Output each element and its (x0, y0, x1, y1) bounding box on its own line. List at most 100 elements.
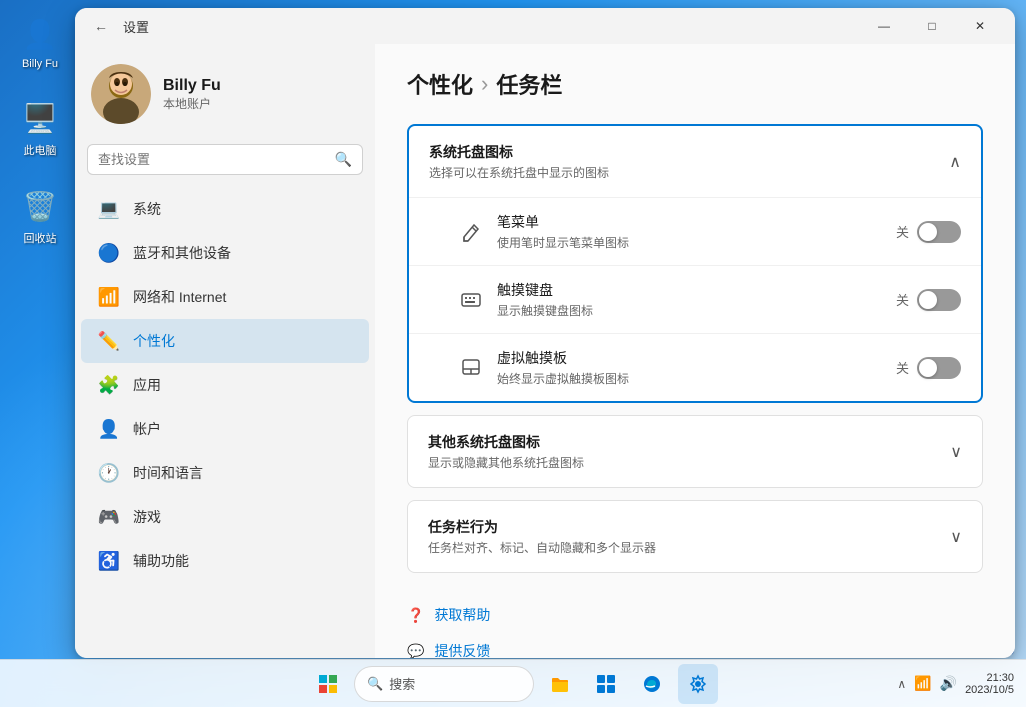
time-label: 时间和语言 (133, 463, 203, 483)
tray-date-value: 2023/10/5 (965, 684, 1014, 696)
user-profile[interactable]: Billy Fu 本地账户 (75, 52, 375, 144)
accounts-label: 帐户 (133, 419, 161, 439)
breadcrumb-separator: › (481, 71, 488, 97)
feedback-label: 提供反馈 (434, 641, 490, 658)
touch-keyboard-toggle[interactable] (917, 289, 961, 311)
window-controls: — □ ✕ (861, 11, 1003, 41)
system-tray-subtitle: 选择可以在系统托盘中显示的图标 (429, 164, 609, 181)
sidebar-item-accessibility[interactable]: ♿ 辅助功能 (81, 539, 369, 583)
system-tray-title-area: 系统托盘图标 选择可以在系统托盘中显示的图标 (429, 142, 609, 181)
user-account: 本地账户 (163, 95, 221, 112)
maximize-button[interactable]: □ (909, 11, 955, 41)
virtual-touchpad-status: 关 (896, 358, 909, 377)
virtual-touchpad-desc: 始终显示虚拟触摸板图标 (497, 370, 884, 387)
sidebar: Billy Fu 本地账户 🔍 💻 系统 🔵 (75, 44, 375, 658)
billyfu-label: Billy Fu (22, 58, 58, 70)
virtual-touchpad-toggle[interactable] (917, 357, 961, 379)
taskbar-search-icon: 🔍 (367, 676, 383, 692)
virtual-touchpad-info: 虚拟触摸板 始终显示虚拟触摸板图标 (497, 348, 884, 387)
system-label: 系统 (133, 199, 161, 219)
help-section: ❓ 获取帮助 💬 提供反馈 (407, 585, 983, 658)
start-button[interactable] (308, 664, 348, 704)
games-label: 游戏 (133, 507, 161, 527)
sidebar-item-network[interactable]: 📶 网络和 Internet (81, 275, 369, 319)
settings-body: Billy Fu 本地账户 🔍 💻 系统 🔵 (75, 44, 1015, 658)
other-tray-subtitle: 显示或隐藏其他系统托盘图标 (428, 454, 584, 471)
touch-keyboard-info: 触摸键盘 显示触摸键盘图标 (497, 280, 884, 319)
breadcrumb: 个性化 › 任务栏 (407, 68, 983, 100)
taskbar-behavior-chevron: ∨ (950, 527, 962, 547)
tray-sound-icon: 🔊 (940, 675, 957, 692)
system-tray-section: 系统托盘图标 选择可以在系统托盘中显示的图标 ∧ (407, 124, 983, 403)
other-tray-header[interactable]: 其他系统托盘图标 显示或隐藏其他系统托盘图标 ∨ (408, 416, 982, 487)
time-icon: 🕐 (97, 461, 121, 485)
pen-menu-status: 关 (896, 222, 909, 241)
tray-time-value: 21:30 (965, 672, 1014, 684)
personalization-label: 个性化 (133, 331, 175, 351)
desktop-icons-area: 👤 Billy Fu 🖥️ 此电脑 🗑️ 回收站 (0, 0, 80, 250)
get-help-item[interactable]: ❓ 获取帮助 (407, 601, 983, 629)
taskbar: 🔍 搜索 (0, 659, 1026, 707)
sidebar-item-bluetooth[interactable]: 🔵 蓝牙和其他设备 (81, 231, 369, 275)
pen-menu-icon (457, 218, 485, 246)
taskbar-edge[interactable] (632, 664, 672, 704)
system-tray-content: 笔菜单 使用笔时显示笔菜单图标 关 (409, 197, 981, 401)
accounts-icon: 👤 (97, 417, 121, 441)
nav-list: 💻 系统 🔵 蓝牙和其他设备 📶 网络和 Internet ✏️ 个性化 (75, 187, 375, 583)
touch-keyboard-desc: 显示触摸键盘图标 (497, 302, 884, 319)
other-tray-chevron: ∨ (950, 442, 962, 462)
taskbar-behavior-header[interactable]: 任务栏行为 任务栏对齐、标记、自动隐藏和多个显示器 ∨ (408, 501, 982, 572)
sidebar-item-system[interactable]: 💻 系统 (81, 187, 369, 231)
billyfu-icon: 👤 (20, 14, 60, 54)
sidebar-item-time[interactable]: 🕐 时间和语言 (81, 451, 369, 495)
pen-menu-info: 笔菜单 使用笔时显示笔菜单图标 (497, 212, 884, 251)
virtual-touchpad-name: 虚拟触摸板 (497, 348, 884, 368)
recycle-icon: 🗑️ (20, 186, 60, 226)
system-icon: 💻 (97, 197, 121, 221)
sidebar-item-games[interactable]: 🎮 游戏 (81, 495, 369, 539)
virtual-touchpad-icon (457, 354, 485, 382)
network-label: 网络和 Internet (133, 287, 226, 307)
virtual-touchpad-item: 虚拟触摸板 始终显示虚拟触摸板图标 关 (409, 334, 981, 401)
bluetooth-label: 蓝牙和其他设备 (133, 243, 231, 263)
games-icon: 🎮 (97, 505, 121, 529)
close-button[interactable]: ✕ (957, 11, 1003, 41)
back-button[interactable]: ← (87, 12, 115, 40)
feedback-item[interactable]: 💬 提供反馈 (407, 637, 983, 658)
taskbar-files[interactable] (586, 664, 626, 704)
desktop-icon-thispc[interactable]: 🖥️ 此电脑 (16, 94, 64, 162)
system-tray-header[interactable]: 系统托盘图标 选择可以在系统托盘中显示的图标 ∧ (409, 126, 981, 197)
desktop: 👤 Billy Fu 🖥️ 此电脑 🗑️ 回收站 ← 设置 — (0, 0, 1026, 707)
sidebar-search[interactable]: 🔍 (87, 144, 363, 175)
sidebar-item-personalization[interactable]: ✏️ 个性化 (81, 319, 369, 363)
taskbar-search[interactable]: 🔍 搜索 (354, 666, 534, 702)
search-icon: 🔍 (335, 151, 352, 168)
avatar (91, 64, 151, 124)
taskbar-behavior-title: 任务栏行为 (428, 517, 656, 537)
pen-menu-item: 笔菜单 使用笔时显示笔菜单图标 关 (409, 198, 981, 266)
taskbar-behavior-subtitle: 任务栏对齐、标记、自动隐藏和多个显示器 (428, 539, 656, 556)
tray-time: 21:30 2023/10/5 (965, 672, 1014, 696)
minimize-button[interactable]: — (861, 11, 907, 41)
taskbar-explorer[interactable] (540, 664, 580, 704)
tray-chevron[interactable]: ∧ (897, 677, 906, 691)
sidebar-item-apps[interactable]: 🧩 应用 (81, 363, 369, 407)
other-tray-title: 其他系统托盘图标 (428, 432, 584, 452)
title-bar: ← 设置 — □ ✕ (75, 8, 1015, 44)
bluetooth-icon: 🔵 (97, 241, 121, 265)
main-content: 个性化 › 任务栏 系统托盘图标 选择可以在系统托盘中显示的图标 ∧ (375, 44, 1015, 658)
accessibility-label: 辅助功能 (133, 551, 189, 571)
touch-keyboard-icon (457, 286, 485, 314)
get-help-icon: ❓ (407, 607, 424, 624)
search-input[interactable] (98, 152, 327, 167)
desktop-icon-billyfu[interactable]: 👤 Billy Fu (16, 10, 64, 74)
system-tray-chevron: ∧ (949, 152, 961, 172)
pen-menu-desc: 使用笔时显示笔菜单图标 (497, 234, 884, 251)
pen-menu-right: 关 (896, 221, 961, 243)
sidebar-item-accounts[interactable]: 👤 帐户 (81, 407, 369, 451)
personalization-icon: ✏️ (97, 329, 121, 353)
desktop-icon-recycle[interactable]: 🗑️ 回收站 (16, 182, 64, 250)
taskbar-settings[interactable] (678, 664, 718, 704)
user-info: Billy Fu 本地账户 (163, 77, 221, 112)
pen-menu-toggle[interactable] (917, 221, 961, 243)
